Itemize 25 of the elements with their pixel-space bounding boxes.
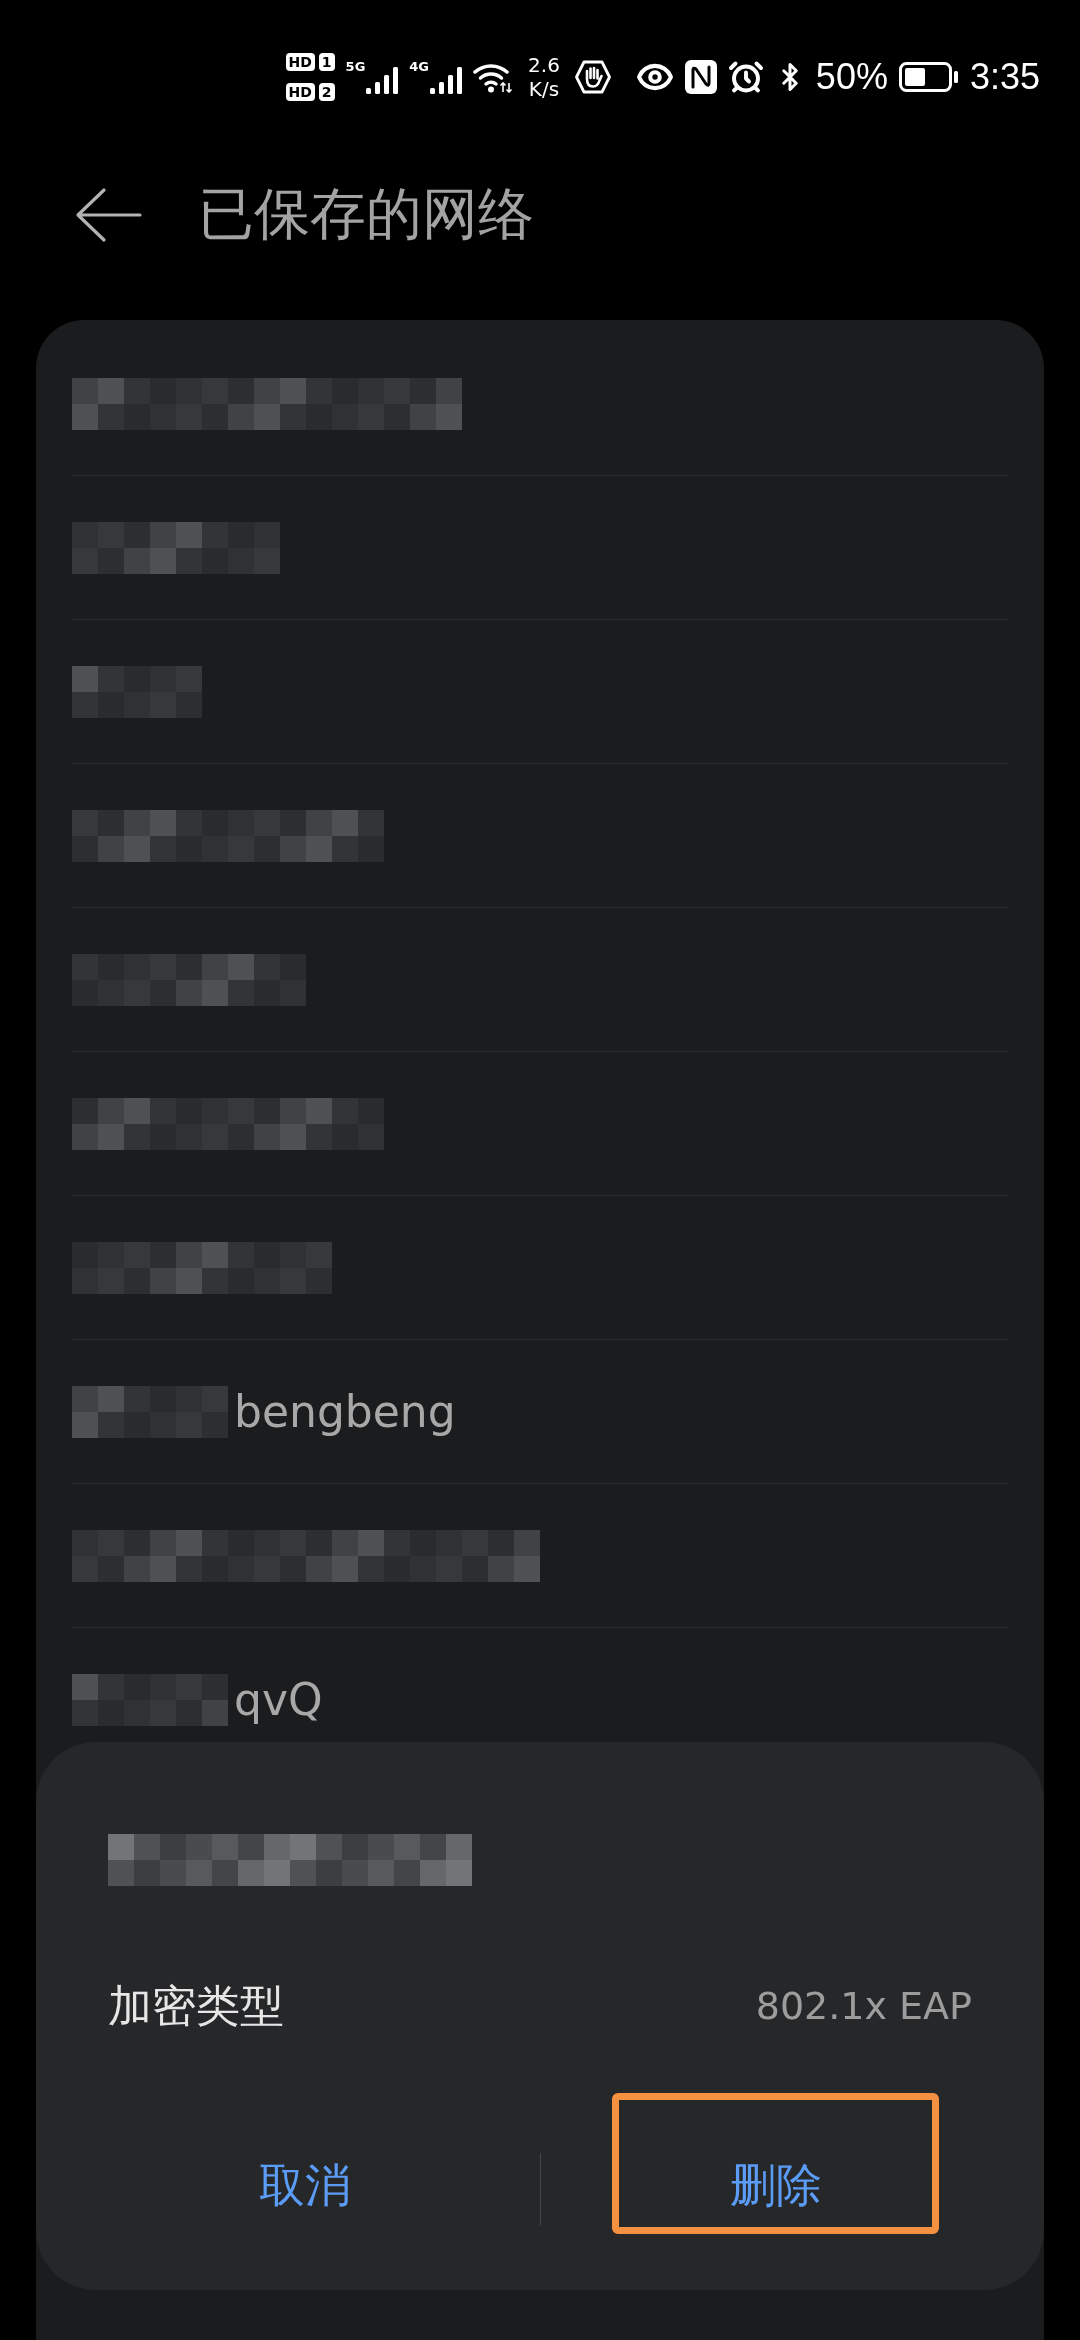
battery-icon (898, 62, 959, 92)
signal-icon (430, 67, 463, 94)
network-name[interactable]: bengbeng (234, 1386, 456, 1437)
hd-label: HD (285, 83, 315, 101)
sim-slot-number: 2 (318, 83, 335, 101)
battery-percent: 50% (815, 57, 888, 97)
delete-button[interactable]: 删除 (612, 2093, 939, 2234)
alarm-clock-icon (727, 59, 764, 95)
field-value: 802.1x EAP (755, 1984, 972, 2028)
back-arrow-icon[interactable] (74, 187, 142, 243)
net-speed-unit: K/s (528, 77, 560, 101)
sim-slot-number: 1 (318, 53, 335, 71)
nfc-icon (684, 60, 717, 94)
hand-hexagon-icon (574, 60, 611, 94)
net-speed-value: 2.6 (528, 53, 560, 77)
page-title: 已保存的网络 (198, 180, 534, 248)
field-label: 加密类型 (108, 1978, 284, 2033)
network-type-label: 4G (409, 60, 430, 73)
cancel-button[interactable]: 取消 (141, 2093, 468, 2234)
network-name[interactable]: qvQ (234, 1674, 323, 1725)
hd-label: HD (285, 53, 315, 71)
wifi-icon (473, 61, 514, 93)
network-type-label: 5G (345, 60, 366, 73)
clock-time: 3:35 (969, 57, 1040, 97)
signal-icon (366, 67, 399, 94)
